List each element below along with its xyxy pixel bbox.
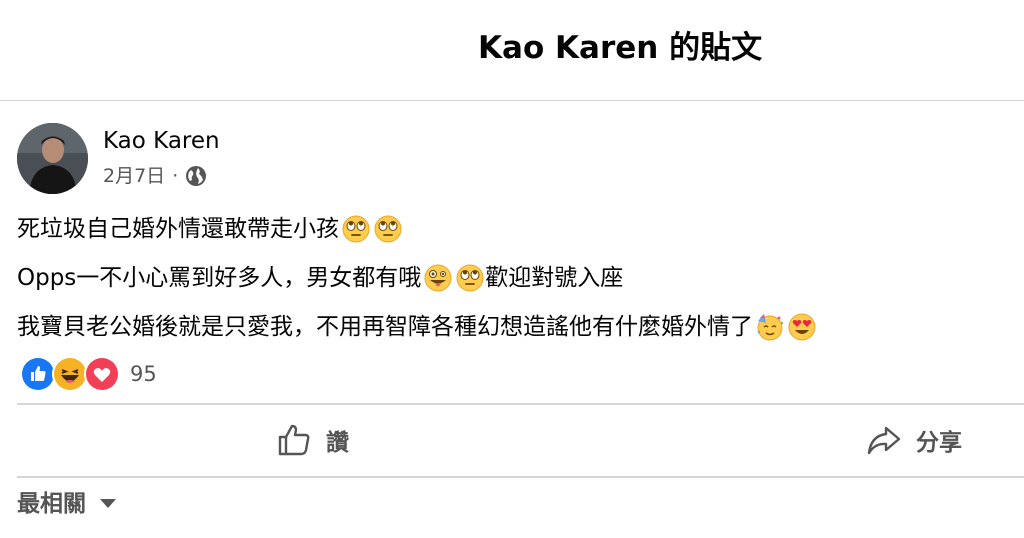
partying-face-icon [755,312,785,342]
like-label: 讚 [326,430,349,456]
page-title: Kao Karen 的貼文 [478,30,763,66]
post-text: 我寶貝老公婚後就是只愛我，不用再智障各種幻想造謠他有什麼婚外情了 [17,314,753,340]
share-label: 分享 [916,430,962,456]
post-text-tail: 歡迎對號入座 [485,265,624,291]
post-date[interactable]: 2月7日 [103,161,165,191]
post-text-line-3: 我寶貝老公婚後就是只愛我，不用再智障各種幻想造謠他有什麼婚外情了 [17,310,817,344]
post-text: Opps一不小心罵到好多人，男女都有哦 [17,265,422,291]
divider [17,476,1024,478]
zany-face-icon [423,263,453,293]
like-icon [20,356,56,392]
share-button[interactable]: 分享 [866,420,962,460]
meta-separator: · [172,165,179,187]
share-icon [867,426,901,455]
like-button[interactable]: 讚 [276,420,349,460]
author-name[interactable]: Kao Karen [103,125,220,157]
smiling-face-with-heart-eyes-icon [787,312,817,342]
globe-icon[interactable] [185,165,207,187]
post-text-line-2: Opps一不小心罵到好多人，男女都有哦 歡迎對號入座 [17,261,623,295]
page-header: Kao Karen 的貼文 [0,0,1024,101]
face-with-rolling-eyes-icon [341,214,371,244]
post-text-line-1: 死垃圾自己婚外情還敢帶走小孩 [17,212,403,246]
caret-down-icon [100,498,116,508]
face-with-rolling-eyes-icon [455,263,485,293]
reactions-summary[interactable]: 95 [20,356,157,392]
sort-label: 最相關 [17,491,86,517]
post-page: Kao Karen 的貼文 Kao Karen 2月7日 · 死垃圾自己婚外情還… [0,0,1024,538]
comment-sort-dropdown[interactable]: 最相關 [17,484,116,518]
reaction-count[interactable]: 95 [130,362,157,386]
divider [17,403,1024,405]
post-meta: 2月7日 · [103,161,207,191]
avatar[interactable] [17,123,88,194]
thumbs-up-icon [278,424,310,456]
haha-icon [52,356,88,392]
face-with-rolling-eyes-icon [373,214,403,244]
love-icon [84,356,120,392]
post-text: 死垃圾自己婚外情還敢帶走小孩 [17,216,339,242]
